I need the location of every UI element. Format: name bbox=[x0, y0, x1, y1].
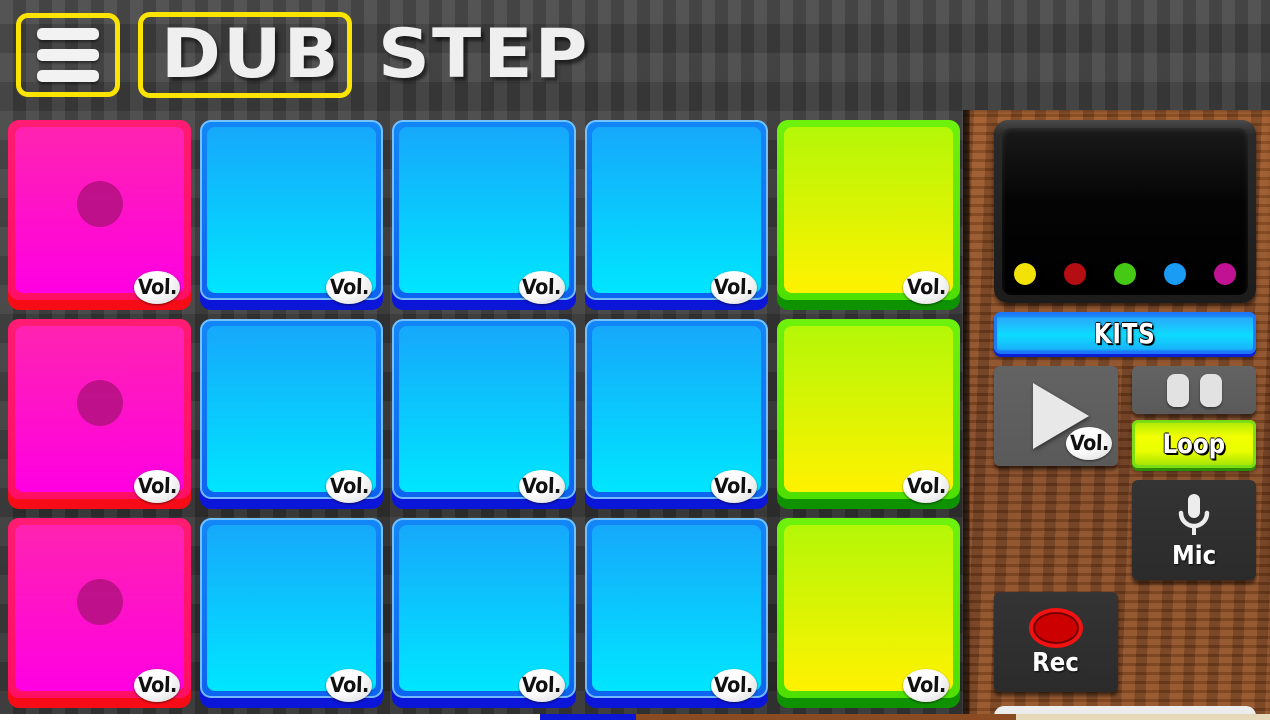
pad-inner bbox=[399, 326, 569, 492]
pad-volume-label: Vol. bbox=[713, 275, 754, 299]
menu-bar-1 bbox=[37, 28, 99, 40]
pause-icon bbox=[1166, 373, 1222, 407]
bottom-strip-wood-segment bbox=[636, 714, 1016, 720]
magenta-dot bbox=[1214, 263, 1236, 285]
green-dot bbox=[1114, 263, 1136, 285]
pad-r1c1[interactable]: Vol. bbox=[8, 120, 192, 310]
yellow-dot bbox=[1014, 263, 1036, 285]
app-root: DUB STEP Vol. Vol. Vol. Vol. Vol. Vol. V… bbox=[0, 0, 1270, 720]
pad-volume-label: Vol. bbox=[713, 673, 754, 697]
pad-volume-label: Vol. bbox=[137, 474, 178, 498]
record-icon bbox=[1029, 608, 1083, 648]
pad-inner bbox=[591, 326, 761, 492]
pad-r2c5[interactable]: Vol. bbox=[776, 319, 960, 509]
pad-volume-label: Vol. bbox=[521, 275, 562, 299]
pad-volume-label: Vol. bbox=[137, 275, 178, 299]
pad-volume-badge[interactable]: Vol. bbox=[134, 271, 181, 304]
title-boxed-word: DUB bbox=[138, 12, 352, 98]
pad-r3c1[interactable]: Vol. bbox=[8, 518, 192, 708]
pad-r3c5[interactable]: Vol. bbox=[776, 518, 960, 708]
title-rest-word: STEP bbox=[352, 12, 588, 98]
pad-r3c3[interactable]: Vol. bbox=[392, 518, 576, 708]
pad-volume-label: Vol. bbox=[329, 474, 370, 498]
pad-inner bbox=[783, 127, 953, 293]
loop-label: Loop bbox=[1162, 428, 1226, 460]
app-title: DUB STEP bbox=[138, 12, 588, 98]
bottom-strip bbox=[0, 714, 1270, 720]
pad-inner bbox=[399, 525, 569, 691]
pad-volume-label: Vol. bbox=[905, 275, 947, 299]
pad-volume-badge[interactable]: Vol. bbox=[518, 470, 565, 503]
pad-center-dot bbox=[76, 379, 123, 426]
pad-r2c1[interactable]: Vol. bbox=[8, 319, 192, 509]
console-panel: KITS Vol. Loop Mic Rec bbox=[963, 110, 1270, 720]
menu-bar-3 bbox=[37, 70, 99, 82]
pad-inner bbox=[783, 525, 953, 691]
pad-r3c4[interactable]: Vol. bbox=[584, 518, 768, 708]
rec-label: Rec bbox=[1032, 648, 1080, 678]
pad-volume-badge[interactable]: Vol. bbox=[518, 669, 565, 702]
kits-button[interactable]: KITS bbox=[994, 312, 1256, 354]
pad-volume-label: Vol. bbox=[521, 474, 562, 498]
bottom-strip-blue-segment bbox=[540, 714, 636, 720]
display-indicator-dots bbox=[1014, 263, 1236, 285]
pad-volume-badge[interactable]: Vol. bbox=[902, 669, 949, 702]
app-header: DUB STEP bbox=[0, 0, 1270, 112]
pad-r3c2[interactable]: Vol. bbox=[200, 518, 384, 708]
pause-button[interactable] bbox=[1132, 366, 1256, 414]
pad-inner bbox=[591, 127, 761, 293]
play-volume-badge[interactable]: Vol. bbox=[1066, 427, 1112, 460]
pad-volume-label: Vol. bbox=[329, 275, 370, 299]
pad-volume-label: Vol. bbox=[713, 474, 754, 498]
blue-dot bbox=[1164, 263, 1186, 285]
pad-r1c5[interactable]: Vol. bbox=[776, 120, 960, 310]
transport-controls: Vol. Loop Mic Rec bbox=[994, 366, 1256, 692]
pad-center-dot bbox=[76, 180, 123, 227]
red-dot bbox=[1064, 263, 1086, 285]
pad-volume-label: Vol. bbox=[905, 673, 947, 697]
mic-button[interactable]: Mic bbox=[1132, 480, 1256, 580]
pad-volume-badge[interactable]: Vol. bbox=[134, 669, 181, 702]
pad-volume-badge[interactable]: Vol. bbox=[902, 271, 949, 304]
pad-r1c2[interactable]: Vol. bbox=[200, 120, 384, 310]
pad-volume-badge[interactable]: Vol. bbox=[710, 669, 757, 702]
pad-volume-badge[interactable]: Vol. bbox=[710, 271, 757, 304]
bottom-strip-tan-segment bbox=[1016, 714, 1270, 720]
kits-label: KITS bbox=[1094, 316, 1156, 350]
pad-r2c3[interactable]: Vol. bbox=[392, 319, 576, 509]
pad-volume-label: Vol. bbox=[905, 474, 947, 498]
rec-button[interactable]: Rec bbox=[994, 592, 1118, 692]
microphone-icon bbox=[1169, 491, 1219, 541]
pad-volume-label: Vol. bbox=[137, 673, 178, 697]
pause-loop-stack: Loop bbox=[1132, 366, 1256, 468]
title-step-text: STEP bbox=[377, 15, 590, 94]
pad-inner bbox=[207, 127, 377, 293]
title-dub-text: DUB bbox=[161, 15, 341, 94]
pad-volume-badge[interactable]: Vol. bbox=[518, 271, 565, 304]
pad-inner bbox=[591, 525, 761, 691]
pad-r2c4[interactable]: Vol. bbox=[584, 319, 768, 509]
play-volume-label: Vol. bbox=[1068, 431, 1110, 455]
hamburger-menu-icon[interactable] bbox=[16, 13, 120, 97]
pad-inner bbox=[399, 127, 569, 293]
menu-bar-2 bbox=[37, 49, 99, 61]
pad-inner bbox=[207, 326, 377, 492]
pad-volume-label: Vol. bbox=[521, 673, 562, 697]
display-glass bbox=[1002, 128, 1248, 295]
mic-label: Mic bbox=[1171, 541, 1217, 571]
pad-inner bbox=[783, 326, 953, 492]
loop-button[interactable]: Loop bbox=[1132, 420, 1256, 468]
pad-volume-badge[interactable]: Vol. bbox=[902, 470, 949, 503]
pad-r2c2[interactable]: Vol. bbox=[200, 319, 384, 509]
pad-center-dot bbox=[76, 578, 123, 625]
pad-volume-badge[interactable]: Vol. bbox=[710, 470, 757, 503]
pad-volume-label: Vol. bbox=[329, 673, 370, 697]
pad-r1c4[interactable]: Vol. bbox=[584, 120, 768, 310]
pad-volume-badge[interactable]: Vol. bbox=[134, 470, 181, 503]
play-button[interactable]: Vol. bbox=[994, 366, 1118, 466]
display-screen[interactable] bbox=[994, 120, 1256, 303]
drum-pad-grid: Vol. Vol. Vol. Vol. Vol. Vol. Vol. Vol. … bbox=[8, 120, 960, 708]
pad-inner bbox=[207, 525, 377, 691]
pad-r1c3[interactable]: Vol. bbox=[392, 120, 576, 310]
